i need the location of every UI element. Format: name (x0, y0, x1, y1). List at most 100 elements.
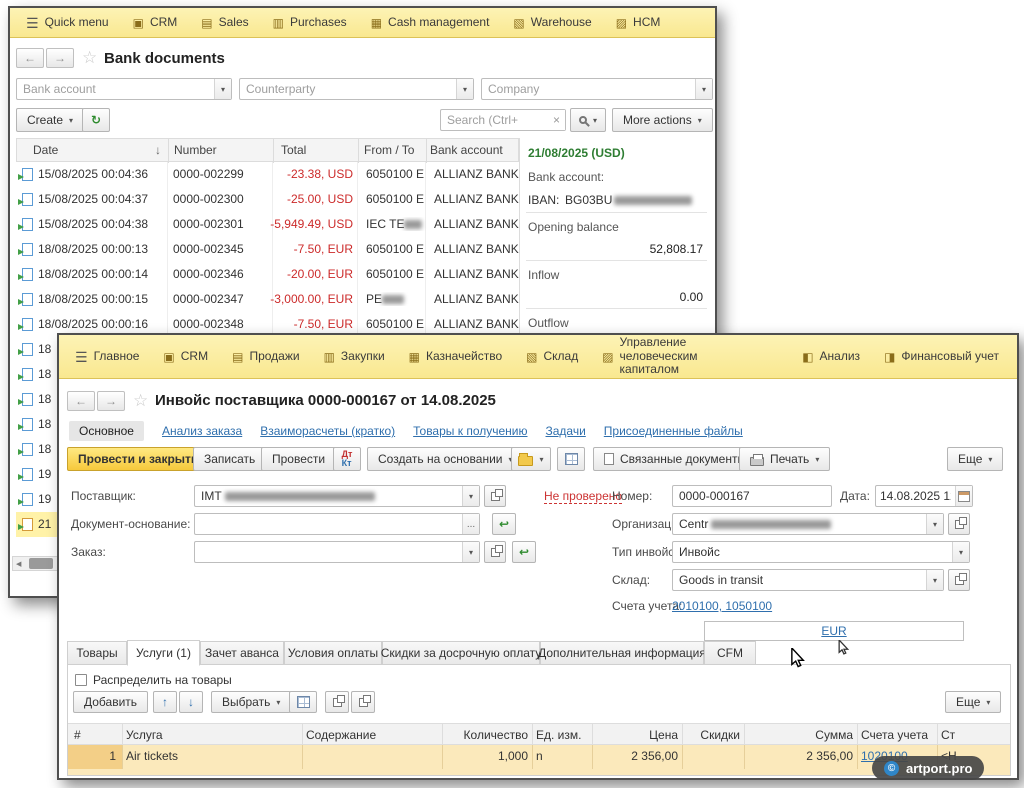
tab-additional-info[interactable]: Дополнительная информация (540, 641, 704, 665)
tab-goods-to-receive[interactable]: Товары к получению (413, 424, 527, 438)
post-and-close-button[interactable]: Провести и закрыть (67, 447, 209, 471)
menu-item-zakupki[interactable]: ▥ Закупки (312, 335, 397, 378)
col-total[interactable]: Сумма (748, 728, 853, 742)
tab-services[interactable]: Услуги (1) (127, 640, 200, 666)
write-button[interactable]: Записать (193, 447, 266, 471)
organization-value[interactable]: Centr (673, 514, 926, 534)
col-tail[interactable]: Ст (941, 728, 955, 742)
more-button[interactable]: Еще ▾ (947, 447, 1003, 471)
open-supplier-button[interactable] (484, 485, 506, 507)
column-header-date[interactable]: Date (33, 143, 58, 157)
select-button[interactable]: Выбрать ▾ (211, 691, 291, 713)
add-row-button[interactable]: Добавить (73, 691, 148, 713)
table-row[interactable]: 18/08/2025 00:00:14 0000-002346 -20.00, … (16, 262, 519, 287)
not-verified-link[interactable]: Не проверено (544, 489, 622, 504)
favorite-star-icon[interactable]: ☆ (133, 391, 148, 411)
insert-base-document-button[interactable]: ↩ (492, 513, 516, 535)
more-actions-button[interactable]: More actions ▾ (612, 108, 713, 132)
tab-order-analysis[interactable]: Анализ заказа (162, 424, 242, 438)
items-table-row[interactable]: 1 Air tickets 1,000 n 2 356,00 2 356,00 … (68, 745, 1010, 769)
menu-item-hcm[interactable]: ▨ HCM (604, 8, 673, 37)
distribute-checkbox[interactable] (75, 674, 87, 686)
table-row[interactable]: 15/08/2025 00:04:36 0000-002299 -23.38, … (16, 162, 519, 187)
tab-advance[interactable]: Зачет аванса (200, 641, 284, 665)
menu-item-analiz[interactable]: ◧ Анализ (790, 335, 872, 378)
menu-item-crm[interactable]: ▣ CRM (121, 8, 190, 37)
forward-button[interactable]: → (46, 48, 74, 68)
col-service[interactable]: Услуга (126, 728, 163, 742)
tab-cfm[interactable]: CFM (704, 641, 756, 665)
table-row[interactable]: 15/08/2025 00:04:37 0000-002300 -25.00, … (16, 187, 519, 212)
order-input[interactable] (195, 542, 462, 562)
column-header-bank-account[interactable]: Bank account (430, 143, 503, 157)
table-row[interactable]: 15/08/2025 00:04:38 0000-002301 -5,949.4… (16, 212, 519, 237)
base-document-input[interactable] (195, 514, 462, 534)
number-input[interactable] (673, 486, 831, 506)
search-input[interactable] (441, 110, 548, 130)
company-filter-input[interactable] (482, 79, 695, 99)
chevron-down-icon[interactable]: ▾ (456, 79, 473, 99)
open-order-button[interactable] (484, 541, 506, 563)
currency-field[interactable]: EUR (704, 621, 964, 641)
related-documents-button[interactable]: Связанные документы (593, 447, 757, 471)
scrollbar-thumb[interactable] (29, 558, 53, 569)
menu-item-glavnoye[interactable]: ☰ Главное (63, 335, 151, 378)
supplier-value[interactable]: IMT (195, 486, 462, 506)
menu-item-kaznacheystvo[interactable]: ▦ Казначейство (397, 335, 514, 378)
bank-account-filter-input[interactable] (17, 79, 214, 99)
tab-settlements[interactable]: Взаиморасчеты (кратко) (260, 424, 395, 438)
date-input[interactable] (876, 486, 955, 506)
table-settings-button[interactable] (289, 691, 317, 713)
col-qty[interactable]: Количество (442, 728, 528, 742)
chevron-down-icon[interactable]: ▾ (695, 79, 712, 99)
tab-tasks[interactable]: Задачи (546, 424, 586, 438)
reports-panel-button[interactable] (557, 447, 585, 471)
menu-item-warehouse[interactable]: ▧ Warehouse (501, 8, 603, 37)
scroll-left-icon[interactable]: ◀ (16, 560, 21, 568)
forward-button[interactable]: → (97, 391, 125, 411)
tab-attached-files[interactable]: Присоединенные файлы (604, 424, 743, 438)
tab-goods[interactable]: Товары (67, 641, 127, 665)
search-button[interactable]: ▾ (570, 108, 606, 132)
back-button[interactable]: ← (16, 48, 44, 68)
insert-order-button[interactable]: ↩ (512, 541, 536, 563)
open-organization-button[interactable] (948, 513, 970, 535)
paste-button[interactable] (351, 691, 375, 713)
create-button[interactable]: Create ▾ (16, 108, 84, 132)
accounts-links[interactable]: 2010100, 1050100 (672, 599, 772, 613)
menu-item-quick-menu[interactable]: ☰ Quick menu (14, 8, 121, 37)
table-row[interactable]: 18/08/2025 00:00:13 0000-002345 -7.50, E… (16, 237, 519, 262)
calendar-icon[interactable] (955, 486, 972, 506)
col-unit[interactable]: Ед. изм. (536, 728, 581, 742)
table-row[interactable]: 18/08/2025 00:00:15 0000-002347 -3,000.0… (16, 287, 519, 312)
refresh-button[interactable]: ↻ (82, 108, 110, 132)
menu-item-prodazhi[interactable]: ▤ Продажи (220, 335, 311, 378)
menu-item-crm[interactable]: ▣ CRM (151, 335, 220, 378)
items-more-button[interactable]: Еще ▾ (945, 691, 1001, 713)
tab-main[interactable]: Основное (69, 421, 144, 441)
open-warehouse-button[interactable] (948, 569, 970, 591)
menu-item-finuchet[interactable]: ◨ Финансовый учет (872, 335, 1011, 378)
chevron-down-icon[interactable]: ▾ (462, 486, 479, 506)
menu-item-purchases[interactable]: ▥ Purchases (261, 8, 359, 37)
tab-payment-terms[interactable]: Условия оплаты (284, 641, 382, 665)
menu-item-hcm[interactable]: ▨ Управление человеческим капиталом (590, 335, 750, 378)
currency-link[interactable]: EUR (821, 624, 846, 638)
invoice-type-input[interactable] (673, 542, 952, 562)
chevron-down-icon[interactable]: ▾ (926, 514, 943, 534)
warehouse-input[interactable] (673, 570, 926, 590)
col-accounts[interactable]: Счета учета (861, 728, 928, 742)
menu-item-sales[interactable]: ▤ Sales (189, 8, 260, 37)
col-price[interactable]: Цена (596, 728, 678, 742)
post-button[interactable]: Провести (261, 447, 336, 471)
chevron-down-icon[interactable]: ▾ (926, 570, 943, 590)
counterparty-filter-input[interactable] (240, 79, 456, 99)
chevron-down-icon[interactable]: ▾ (462, 542, 479, 562)
ellipsis-button[interactable]: ... (462, 514, 479, 534)
chevron-down-icon[interactable]: ▾ (214, 79, 231, 99)
show-postings-button[interactable]: Дт Кт (333, 447, 361, 471)
tab-early-discounts[interactable]: Скидки за досрочную оплату (382, 641, 540, 665)
clear-search-icon[interactable]: × (548, 110, 565, 130)
back-button[interactable]: ← (67, 391, 95, 411)
move-up-button[interactable]: ↑ (153, 691, 177, 713)
